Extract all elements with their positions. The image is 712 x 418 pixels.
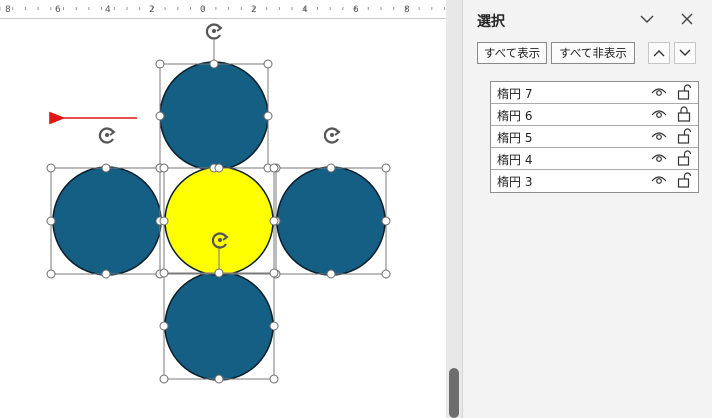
eye-icon[interactable] — [651, 152, 667, 164]
list-item[interactable]: 楕円 5 — [491, 126, 698, 148]
selection-pane: 選択 すべて表示 すべて非表示 楕円 7 楕円 6 楕円 5 楕円 4 楕円 3 — [462, 0, 712, 418]
unlock-icon[interactable] — [677, 128, 691, 144]
hide-all-button[interactable]: すべて非表示 — [551, 42, 635, 64]
close-icon[interactable] — [676, 8, 698, 30]
lock-icon[interactable] — [677, 106, 691, 122]
unlock-icon[interactable] — [677, 172, 691, 188]
list-item[interactable]: 楕円 7 — [491, 82, 698, 104]
chevron-down-icon — [679, 49, 691, 56]
circle-bottom[interactable] — [164, 271, 274, 381]
unlock-icon[interactable] — [677, 84, 691, 100]
chevron-up-icon — [653, 50, 665, 57]
send-backward-button[interactable] — [674, 42, 696, 64]
circle-left[interactable] — [52, 166, 162, 276]
eye-icon[interactable] — [651, 130, 667, 142]
item-label: 楕円 6 — [497, 109, 533, 123]
item-label: 楕円 5 — [497, 131, 533, 145]
scrollbar-thumb[interactable] — [449, 368, 459, 418]
item-label: 楕円 3 — [497, 175, 533, 189]
circle-right[interactable] — [276, 166, 386, 276]
bring-forward-button[interactable] — [648, 42, 670, 64]
vertical-scrollbar[interactable] — [446, 0, 462, 418]
eye-icon[interactable] — [651, 86, 667, 98]
shape-list: 楕円 7 楕円 6 楕円 5 楕円 4 楕円 3 — [490, 81, 699, 193]
list-item[interactable]: 楕円 4 — [491, 148, 698, 170]
eye-icon[interactable] — [651, 108, 667, 120]
unlock-icon[interactable] — [677, 150, 691, 166]
item-label: 楕円 7 — [497, 87, 533, 101]
show-all-button[interactable]: すべて表示 — [477, 42, 547, 64]
item-label: 楕円 4 — [497, 153, 533, 167]
pane-title: 選択 — [477, 14, 505, 30]
chevron-down-icon[interactable] — [636, 8, 658, 30]
eye-icon[interactable] — [651, 174, 667, 186]
slide-shapes[interactable] — [0, 0, 446, 418]
list-item[interactable]: 楕円 3 — [491, 170, 698, 192]
circle-top[interactable] — [159, 61, 269, 171]
list-item[interactable]: 楕円 6 — [491, 104, 698, 126]
